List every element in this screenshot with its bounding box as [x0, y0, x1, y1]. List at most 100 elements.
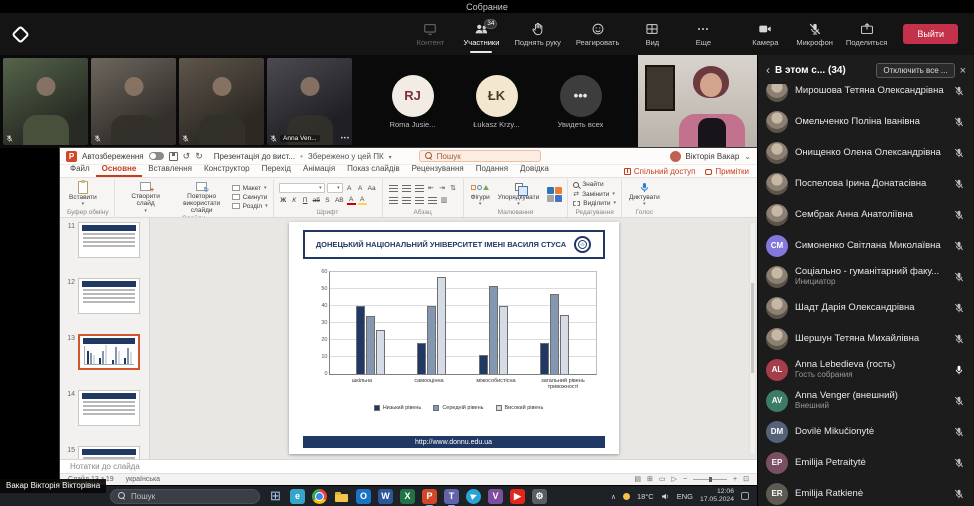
- telegram-icon[interactable]: [466, 489, 481, 504]
- tile-more-icon[interactable]: •••: [341, 136, 350, 142]
- numbering-button[interactable]: [401, 183, 412, 193]
- mic-off-icon[interactable]: [953, 178, 966, 190]
- participant-row[interactable]: DMDovilė Mikučionytė: [766, 416, 966, 447]
- slide-thumbnail-14[interactable]: [78, 390, 140, 426]
- slide-thumbnail-12[interactable]: [78, 278, 140, 314]
- zoom-in-icon[interactable]: +: [733, 476, 737, 483]
- participant-avatar[interactable]: RJRoma Jusie...: [383, 75, 443, 129]
- char-spacing-button[interactable]: АВ: [334, 195, 345, 205]
- participant-row[interactable]: EREmilija Ratkienė: [766, 478, 966, 506]
- toolbar-mic-button[interactable]: Микрофон: [796, 22, 833, 47]
- tab-Файл[interactable]: Файл: [64, 163, 96, 177]
- tab-Вставлення[interactable]: Вставлення: [142, 163, 198, 177]
- participant-row[interactable]: Сембрак Анна Анатоліївна: [766, 199, 966, 230]
- ribbon-display-options-icon[interactable]: [744, 152, 751, 161]
- participant-row[interactable]: Мирошова Тетяна Олександрівна: [766, 84, 966, 106]
- participant-row[interactable]: Соціально - гуманітарний факу...Инициато…: [766, 261, 966, 292]
- taskbar-search-input[interactable]: [131, 492, 252, 501]
- mute-all-button[interactable]: Отключить все ...: [876, 63, 954, 78]
- change-case-button[interactable]: Aa: [367, 183, 377, 193]
- chrome-browser-icon[interactable]: [312, 489, 327, 504]
- mic-off-icon[interactable]: [953, 457, 966, 469]
- layout-button[interactable]: Макет▾: [232, 185, 268, 192]
- zoom-slider[interactable]: [693, 479, 727, 480]
- autosave-toggle[interactable]: [149, 152, 164, 160]
- input-language-indicator[interactable]: ENG: [677, 492, 693, 501]
- close-icon[interactable]: [960, 61, 966, 79]
- participant-row[interactable]: AVAnna Venger (внешний)Внешний: [766, 385, 966, 416]
- arrange-button[interactable]: Упорядкувати▾: [496, 181, 541, 208]
- decrease-indent-button[interactable]: ⇤: [427, 183, 436, 193]
- video-tile-4[interactable]: Anna Ven...•••: [267, 58, 352, 145]
- bullets-button[interactable]: [388, 183, 399, 193]
- justify-button[interactable]: [427, 195, 438, 205]
- find-button[interactable]: Знайти: [573, 181, 616, 188]
- viber-icon[interactable]: V: [488, 489, 503, 504]
- underline-button[interactable]: П: [301, 195, 310, 205]
- text-shadow-button[interactable]: S: [323, 195, 332, 205]
- slide-thumbnail-13[interactable]: [78, 334, 140, 370]
- increase-indent-button[interactable]: ⇥: [438, 183, 447, 193]
- powerpoint-icon[interactable]: P: [422, 489, 437, 504]
- participant-row[interactable]: ALAnna Lebedieva (гость)Гость собрания: [766, 354, 966, 385]
- toolbar-camera-button[interactable]: Камера: [747, 22, 783, 47]
- notes-area[interactable]: Нотатки до слайда: [60, 459, 757, 473]
- taskbar-search[interactable]: [110, 489, 260, 504]
- language-indicator[interactable]: українська: [126, 476, 160, 483]
- video-tile-2[interactable]: [91, 58, 176, 145]
- replace-button[interactable]: Замінити▾: [573, 190, 616, 198]
- toolbar-share-button[interactable]: Поделиться: [846, 22, 887, 47]
- reset-button[interactable]: Скинути: [232, 194, 268, 201]
- file-explorer-icon[interactable]: [334, 489, 349, 504]
- reuse-slides-button[interactable]: Повторно використати слайди: [176, 180, 228, 214]
- align-center-button[interactable]: [401, 195, 412, 205]
- ppt-search-input[interactable]: [437, 152, 535, 161]
- section-button[interactable]: Розділ▾: [232, 203, 268, 210]
- zoom-out-icon[interactable]: −: [683, 476, 687, 483]
- align-left-button[interactable]: [388, 195, 399, 205]
- participant-row[interactable]: Шадт Дарія Олександрівна: [766, 292, 966, 323]
- participant-row[interactable]: Поспелова Ірина Донатасівна: [766, 168, 966, 199]
- mic-off-icon[interactable]: [953, 302, 966, 314]
- scrollbar-thumb[interactable]: [751, 283, 754, 373]
- tab-Перехід[interactable]: Перехід: [256, 163, 297, 177]
- leave-meeting-button[interactable]: Выйти: [903, 24, 958, 44]
- mic-off-icon[interactable]: [953, 271, 966, 283]
- temperature-indicator[interactable]: 18°C: [637, 492, 654, 501]
- mic-off-icon[interactable]: [953, 426, 966, 438]
- italic-button[interactable]: К: [290, 195, 299, 205]
- taskbar-clock[interactable]: 12:06 17.05.2024: [700, 488, 734, 503]
- tab-Довідка[interactable]: Довідка: [514, 163, 555, 177]
- participant-row[interactable]: EPEmilija Petraitytė: [766, 447, 966, 478]
- account-chip[interactable]: Вікторія Вакар: [670, 151, 739, 162]
- ppt-search-box[interactable]: [419, 150, 541, 162]
- mic-off-icon[interactable]: [953, 333, 966, 345]
- toolbar-more-button[interactable]: Еще: [685, 22, 721, 47]
- slide-thumbnail-15[interactable]: [78, 446, 140, 459]
- save-icon[interactable]: [169, 152, 178, 161]
- font-color-button[interactable]: А: [347, 195, 356, 205]
- fit-slide-icon[interactable]: ⊡: [743, 476, 749, 483]
- youtube-icon[interactable]: ▶: [510, 489, 525, 504]
- reading-view-icon[interactable]: ▭: [659, 476, 666, 483]
- increase-font-button[interactable]: A: [345, 183, 354, 193]
- tab-Анімація[interactable]: Анімація: [297, 163, 341, 177]
- settings-icon[interactable]: ⚙: [532, 489, 547, 504]
- participant-row[interactable]: Омельченко Поліна Іванівна: [766, 106, 966, 137]
- mic-off-icon[interactable]: [953, 488, 966, 500]
- align-right-button[interactable]: [414, 195, 425, 205]
- participant-avatar[interactable]: •••Увидеть всех: [551, 75, 611, 129]
- columns-button[interactable]: ▥: [440, 195, 449, 205]
- comments-button[interactable]: Примітки: [705, 167, 749, 176]
- redo-icon[interactable]: [195, 151, 203, 162]
- share-button[interactable]: Спільний доступ: [624, 167, 696, 176]
- outlook-icon[interactable]: O: [356, 489, 371, 504]
- notes-view-icon[interactable]: ▤: [634, 476, 641, 483]
- bold-button[interactable]: Ж: [279, 195, 288, 205]
- undo-icon[interactable]: [183, 151, 191, 162]
- participant-avatar[interactable]: ŁKŁukasz Krzy...: [467, 75, 527, 129]
- slideshow-icon[interactable]: ▷: [672, 476, 677, 483]
- line-spacing-button[interactable]: ⇅: [449, 183, 458, 193]
- task-view-icon[interactable]: [268, 489, 283, 504]
- select-button[interactable]: Виділити▾: [573, 200, 616, 207]
